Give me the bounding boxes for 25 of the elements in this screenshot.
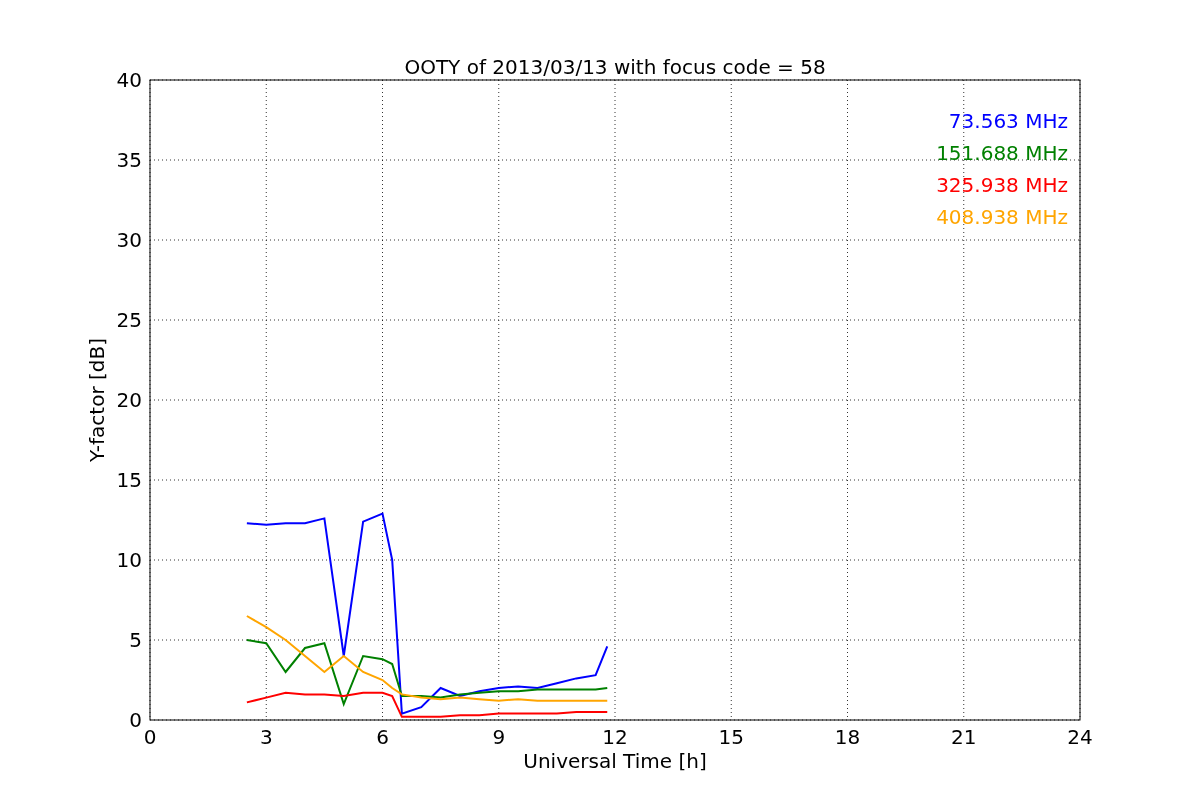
chart-title: OOTY of 2013/03/13 with focus code = 58 (404, 55, 826, 79)
y-axis-label: Y-factor [dB] (85, 338, 109, 462)
y-tick-label: 5 (129, 628, 142, 652)
legend-label: 151.688 MHz (936, 141, 1068, 165)
x-tick-label: 6 (376, 725, 389, 749)
y-tick-label: 30 (116, 228, 142, 252)
x-tick-label: 18 (834, 725, 861, 749)
legend-label: 325.938 MHz (936, 173, 1068, 197)
x-tick-label: 12 (602, 725, 628, 749)
x-axis-label: Universal Time [h] (523, 749, 707, 773)
y-tick-label: 0 (129, 708, 142, 732)
x-tick-label: 0 (143, 725, 157, 749)
legend-label: 408.938 MHz (936, 205, 1068, 229)
y-tick-label: 20 (116, 388, 142, 412)
x-tick-label: 21 (951, 725, 977, 749)
x-tick-label: 24 (1067, 725, 1093, 749)
x-tick-label: 9 (492, 725, 506, 749)
legend-label: 73.563 MHz (948, 109, 1068, 133)
x-tick-label: 15 (718, 725, 744, 749)
y-tick-label: 40 (116, 68, 142, 92)
x-tick-label: 3 (259, 725, 273, 749)
y-tick-label: 15 (116, 468, 142, 492)
y-tick-label: 10 (116, 548, 142, 572)
y-tick-label: 25 (116, 308, 142, 332)
y-tick-label: 35 (116, 148, 142, 172)
